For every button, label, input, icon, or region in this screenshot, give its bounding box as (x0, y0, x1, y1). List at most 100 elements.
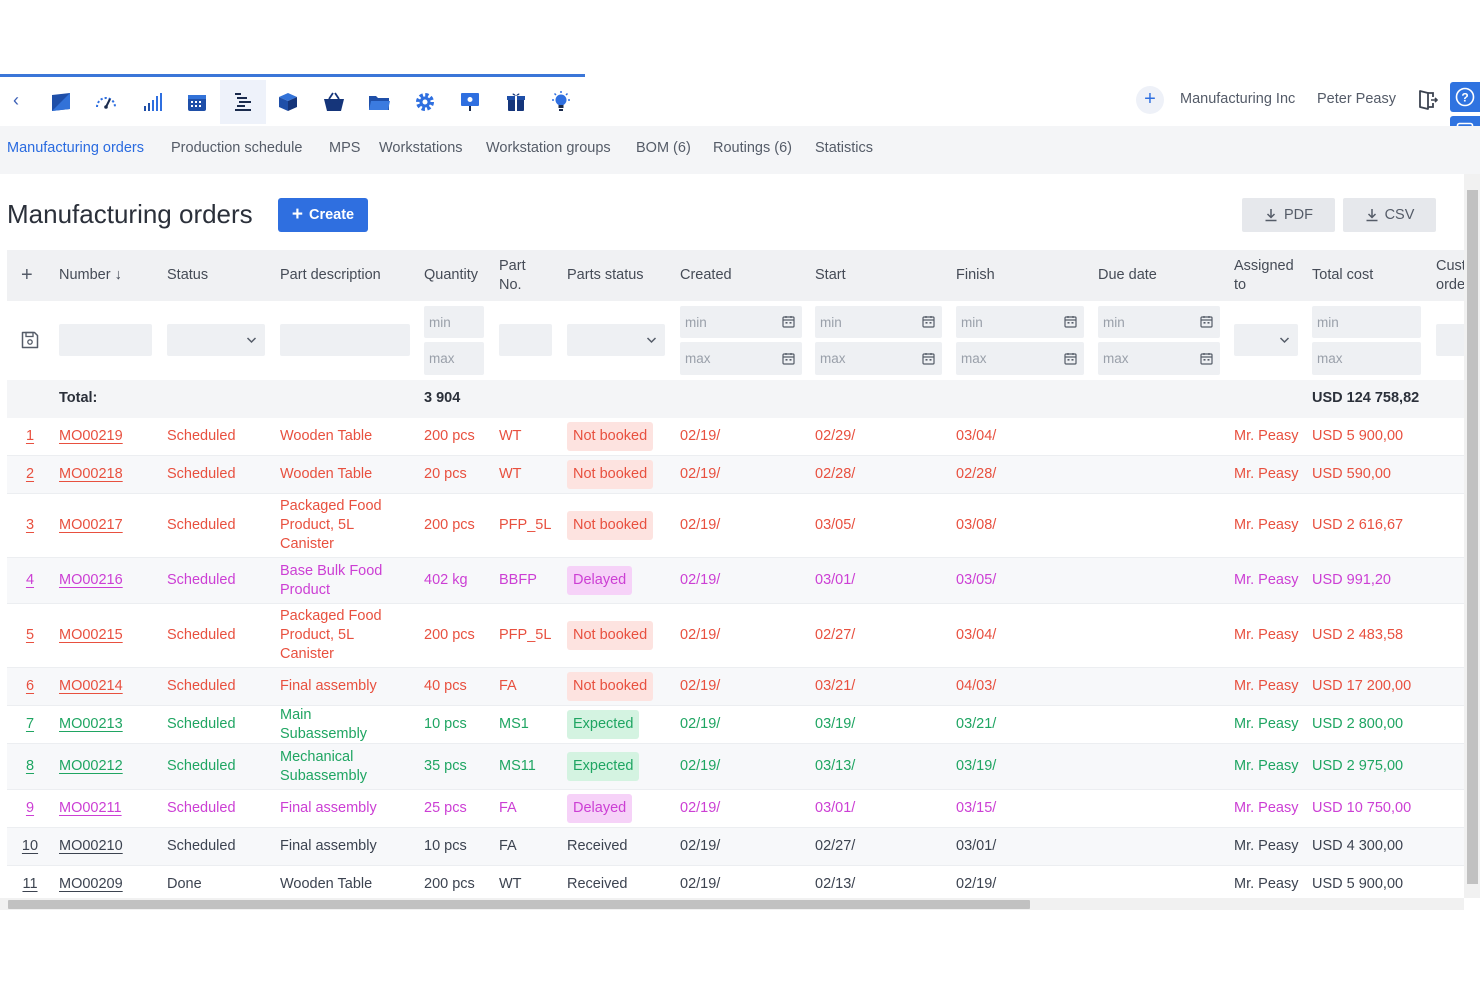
order-number-link-cell[interactable]: MO00218 (59, 456, 123, 493)
app-button-settings-gear[interactable] (402, 80, 448, 124)
table-row[interactable]: 9 MO00211 Scheduled Final assembly 25 pcs FA D… (7, 790, 1464, 828)
row-index[interactable]: 3 (26, 516, 34, 535)
assigned-to-filter-select[interactable] (1234, 324, 1298, 356)
quantity-min-input[interactable]: min (424, 306, 484, 338)
app-button-gift[interactable] (493, 80, 539, 124)
column-start[interactable]: Start (815, 250, 846, 301)
row-index[interactable]: 7 (26, 715, 34, 734)
order-number-link-cell[interactable]: MO00213 (59, 706, 123, 743)
order-number-link-cell[interactable]: MO00211 (59, 790, 122, 827)
order-number-link-cell[interactable]: MO00210 (59, 828, 123, 865)
order-number-link[interactable]: MO00209 (59, 875, 123, 894)
order-number-link-cell[interactable]: MO00215 (59, 604, 123, 667)
created-min-date-input[interactable]: min (680, 306, 802, 338)
order-number-link-cell[interactable]: MO00219 (59, 418, 123, 455)
order-number-link-cell[interactable]: MO00212 (59, 744, 123, 789)
company-name[interactable]: Manufacturing Inc (1180, 91, 1295, 107)
start-max-date-input[interactable]: max (815, 342, 942, 375)
customer-order-filter-input[interactable] (1436, 324, 1464, 356)
tab-bom-6[interactable]: BOM (6) (636, 140, 691, 156)
order-number-link[interactable]: MO00216 (59, 571, 123, 590)
row-index[interactable]: 10 (22, 837, 38, 856)
export-csv-button[interactable]: CSV (1343, 198, 1436, 232)
tab-mps[interactable]: MPS (329, 140, 360, 156)
due-date-max-date-input[interactable]: max (1098, 342, 1220, 375)
order-number-link-cell[interactable]: MO00217 (59, 494, 123, 557)
tab-workstation-groups[interactable]: Workstation groups (486, 140, 611, 156)
status-filter-select[interactable] (167, 324, 265, 356)
row-index[interactable]: 6 (26, 677, 34, 696)
order-number-link[interactable]: MO00211 (59, 799, 122, 818)
tab-manufacturing-orders[interactable]: Manufacturing orders (7, 140, 144, 156)
help-button[interactable]: ? (1450, 82, 1480, 112)
table-row[interactable]: 11 MO00209 Done Wooden Table 200 pcs WT Receiv… (7, 866, 1464, 898)
column-finish[interactable]: Finish (956, 250, 995, 301)
finish-min-date-input[interactable]: min (956, 306, 1084, 338)
order-number-link-cell[interactable]: MO00209 (59, 866, 123, 898)
tab-statistics[interactable]: Statistics (815, 140, 873, 156)
start-min-date-input[interactable]: min (815, 306, 942, 338)
table-row[interactable]: 6 MO00214 Scheduled Final assembly 40 pcs FA N… (7, 668, 1464, 706)
table-row[interactable]: 5 MO00215 Scheduled Packaged Food Product, … (7, 604, 1464, 668)
horizontal-scroll-thumb[interactable] (8, 900, 1030, 909)
order-number-link[interactable]: MO00213 (59, 715, 123, 734)
user-name[interactable]: Peter Peasy (1317, 91, 1396, 107)
logout-icon[interactable] (1416, 88, 1438, 112)
app-button-dashboard-gauge[interactable] (84, 80, 130, 124)
quantity-max-input[interactable]: max (424, 342, 484, 375)
order-number-link[interactable]: MO00215 (59, 626, 123, 645)
table-row[interactable]: 1 MO00219 Scheduled Wooden Table 200 pcs WT No… (7, 418, 1464, 456)
row-index[interactable]: 4 (26, 571, 34, 590)
table-row[interactable]: 7 MO00213 Scheduled Main Subassembly 10 pcs M… (7, 706, 1464, 744)
vertical-scroll-thumb[interactable] (1467, 190, 1478, 884)
column-part-no[interactable]: Part No. (499, 250, 549, 301)
row-index[interactable]: 2 (26, 465, 34, 484)
column-assigned-to[interactable]: Assigned to (1234, 250, 1304, 301)
app-button-folder[interactable] (357, 80, 403, 124)
column-parts-status[interactable]: Parts status (567, 250, 644, 301)
export-pdf-button[interactable]: PDF (1242, 198, 1335, 232)
table-row[interactable]: 2 MO00218 Scheduled Wooden Table 20 pcs WT Not… (7, 456, 1464, 494)
column-customer-order[interactable]: Customer order (1436, 250, 1464, 301)
tab-production-schedule[interactable]: Production schedule (171, 140, 302, 156)
created-max-date-input[interactable]: max (680, 342, 802, 375)
row-index[interactable]: 1 (26, 427, 34, 446)
app-button-box[interactable] (266, 80, 312, 124)
finish-max-date-input[interactable]: max (956, 342, 1084, 375)
order-number-link[interactable]: MO00219 (59, 427, 123, 446)
app-button-basket[interactable] (311, 80, 357, 124)
table-row[interactable]: 10 MO00210 Scheduled Final assembly 10 pcs FA… (7, 828, 1464, 866)
table-row[interactable]: 3 MO00217 Scheduled Packaged Food Product, … (7, 494, 1464, 558)
parts-status-filter-select[interactable] (567, 324, 665, 356)
app-button-calendar[interactable] (175, 80, 221, 124)
add-column-button[interactable]: + (21, 250, 33, 301)
row-index[interactable]: 9 (26, 799, 34, 818)
column-created[interactable]: Created (680, 250, 732, 301)
save-filter-icon[interactable] (20, 330, 40, 350)
tab-routings-6[interactable]: Routings (6) (713, 140, 792, 156)
column-quantity[interactable]: Quantity (424, 250, 478, 301)
app-button-lightbulb[interactable] (539, 80, 585, 124)
column-number[interactable]: Number ↓ (59, 250, 122, 301)
order-number-link[interactable]: MO00217 (59, 516, 123, 535)
row-index[interactable]: 8 (26, 757, 34, 776)
order-number-link[interactable]: MO00210 (59, 837, 123, 856)
total-cost-max-input[interactable]: max (1312, 342, 1421, 375)
column-total-cost[interactable]: Total cost (1312, 250, 1373, 301)
total-cost-min-input[interactable]: min (1312, 306, 1421, 338)
app-button-presentation[interactable] (448, 80, 494, 124)
number-filter-input[interactable] (59, 324, 152, 356)
due-date-min-date-input[interactable]: min (1098, 306, 1220, 338)
create-button[interactable]: + Create (278, 198, 368, 232)
row-index[interactable]: 5 (26, 626, 34, 645)
table-row[interactable]: 8 MO00212 Scheduled Mechanical Subassembly 3… (7, 744, 1464, 790)
column-status[interactable]: Status (167, 250, 208, 301)
app-button-production-list[interactable] (220, 80, 266, 124)
part-no-filter-input[interactable] (499, 324, 552, 356)
tab-workstations[interactable]: Workstations (379, 140, 463, 156)
app-button-bar-signal[interactable] (129, 80, 175, 124)
quick-add-button[interactable]: + (1136, 86, 1164, 114)
column-part-description[interactable]: Part description (280, 250, 381, 301)
table-row[interactable]: 4 MO00216 Scheduled Base Bulk Food Product 4… (7, 558, 1464, 604)
row-index[interactable]: 11 (22, 875, 37, 894)
